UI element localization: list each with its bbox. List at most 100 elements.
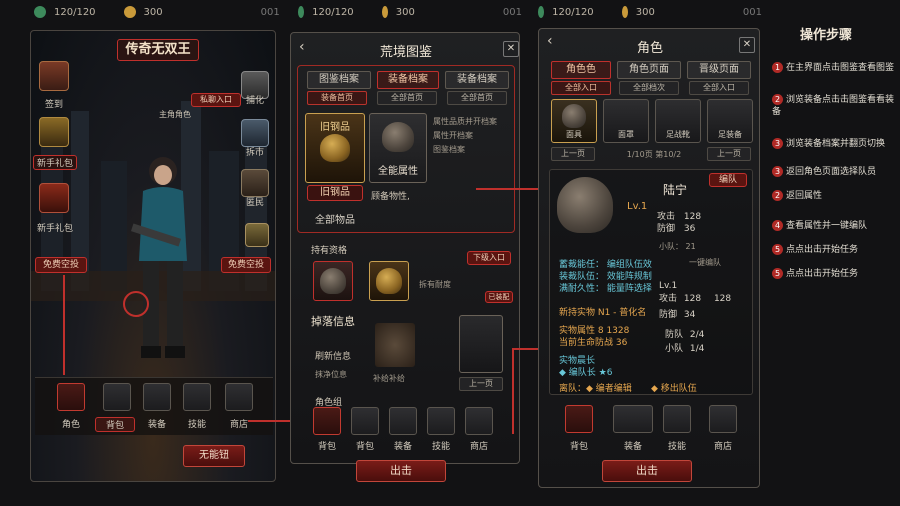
hud-bar-codex: 120/120 300 001 xyxy=(292,0,522,24)
guide-arrow xyxy=(63,275,65,375)
drop-line1: 刷新信息 xyxy=(315,352,352,362)
step-number: 5 xyxy=(772,268,783,279)
slot-skill[interactable] xyxy=(183,383,211,411)
role-slot-label: 背包 xyxy=(569,442,588,452)
desc-line: 属性品质并开档案 xyxy=(433,117,497,126)
role-slot-shop[interactable] xyxy=(709,405,737,433)
sign-in-icon[interactable] xyxy=(39,61,69,91)
card2-name: 全能属性 xyxy=(378,166,418,177)
event-entry-tag[interactable]: 私聊入口 xyxy=(191,93,241,107)
role-slot-gear[interactable] xyxy=(613,405,653,433)
energy-value: 120/120 xyxy=(54,6,96,18)
one-key-team[interactable]: 一键编队 xyxy=(689,257,721,268)
owned-slot-1[interactable] xyxy=(313,261,353,301)
tab-role[interactable]: 角色色 xyxy=(551,61,611,79)
upgrade-label: 捕化 xyxy=(245,96,264,106)
connector-line xyxy=(476,188,542,190)
guide-step: 4 查看属性并一键编队 xyxy=(772,220,898,232)
close-icon[interactable]: ✕ xyxy=(503,41,519,57)
gear-slot-label: 足战靴 xyxy=(666,130,690,139)
step-number: 4 xyxy=(772,220,783,231)
equipped-tag[interactable]: 已装配 xyxy=(485,291,513,303)
supply-crate-icon[interactable] xyxy=(245,223,269,247)
role-out-button[interactable]: 出击 xyxy=(602,460,692,482)
market-icon[interactable] xyxy=(241,119,269,147)
role-slot-label: 技能 xyxy=(667,442,686,452)
role-next-button[interactable]: 上一页 xyxy=(707,147,751,161)
attr-atk-1: 128 xyxy=(683,294,702,304)
game-title: 传奇无双王 xyxy=(117,39,199,61)
close-icon[interactable]: ✕ xyxy=(739,37,755,53)
guide-step: 2 返回属性 xyxy=(772,190,898,202)
role-prev-button[interactable]: 上一页 xyxy=(551,147,595,161)
role-slot-label: 装备 xyxy=(623,442,642,452)
role-slot-label: 商店 xyxy=(713,442,732,452)
def-value: 36 xyxy=(683,224,696,234)
guide-title: 操作步骤 xyxy=(800,28,853,43)
codex-title: 荒境图鉴 xyxy=(379,45,432,60)
subtab-all-entry[interactable]: 全部入口 xyxy=(551,81,611,95)
slot-shop[interactable] xyxy=(225,383,253,411)
codex-out-button[interactable]: 出击 xyxy=(356,460,446,482)
codex-slot-gear[interactable] xyxy=(389,407,417,435)
step-number: 5 xyxy=(772,244,783,255)
drop-line2: 抹净位息 xyxy=(315,370,347,379)
free-airdrop-left-tag[interactable]: 免费空投 xyxy=(35,257,87,273)
attr-lv: Lv.1 xyxy=(659,281,678,291)
shelter-icon[interactable] xyxy=(241,169,269,197)
subtab-all-tier[interactable]: 全部档次 xyxy=(619,81,679,95)
drop-entry-tag[interactable]: 下级入口 xyxy=(467,251,511,265)
highlight-circle xyxy=(123,291,149,317)
owned-note: 拆有耐度 xyxy=(419,280,451,289)
guide-step: 5 点点出击开始任务 xyxy=(772,268,898,280)
step-text: 点点出击开始任务 xyxy=(786,269,859,279)
growth-line: ◆ 编队长 ★6 xyxy=(559,368,613,378)
role-slot-skill[interactable] xyxy=(663,405,691,433)
command-remove[interactable]: ◆ 移出队伍 xyxy=(651,381,697,394)
slot-bag[interactable] xyxy=(103,383,131,411)
coin-value: 300 xyxy=(635,6,655,18)
step-text: 查看属性并一键编队 xyxy=(786,221,868,231)
team-button[interactable]: 编队 xyxy=(709,173,747,187)
all-round-card[interactable]: 全能属性 xyxy=(369,113,427,183)
old-steel-card[interactable]: 旧钢品 xyxy=(305,113,365,183)
gift-pack-label: 新手礼包 xyxy=(33,155,77,170)
coin-icon xyxy=(621,6,628,18)
tab-role-page[interactable]: 角色页面 xyxy=(617,61,681,79)
codex-slot-shop[interactable] xyxy=(465,407,493,435)
attr-atk-row: 攻击 128 128 xyxy=(659,291,731,304)
gift-pack-icon[interactable] xyxy=(39,117,69,147)
gift-pack-icon-2[interactable] xyxy=(39,183,69,213)
team-size-row: 防队 2/4 xyxy=(665,327,704,340)
subtab-all-entry-2[interactable]: 全部入口 xyxy=(689,81,749,95)
codex-slot-label: 技能 xyxy=(431,442,450,452)
owned-slot-2[interactable] xyxy=(369,261,409,301)
confirm-button[interactable]: 无能钮 xyxy=(183,445,245,467)
codex-slot-bag-2[interactable] xyxy=(351,407,379,435)
hero-character xyxy=(130,157,187,358)
role-slot-bag[interactable] xyxy=(565,405,593,433)
slot-role[interactable] xyxy=(57,383,85,411)
cur-pos-line2: 当前生命防战 36 xyxy=(559,338,628,348)
codex-slot-label: 背包 xyxy=(317,442,336,452)
codex-slot-bag[interactable] xyxy=(313,407,341,435)
market-label: 拆市 xyxy=(245,148,264,158)
codex-slot-skill[interactable] xyxy=(427,407,455,435)
slot-gear[interactable] xyxy=(143,383,171,411)
squad-row: 小队： 21 xyxy=(659,241,696,252)
step-number: 1 xyxy=(772,62,783,73)
drop-caption: 补给补给 xyxy=(373,374,405,383)
all-items-label[interactable]: 全部物品 xyxy=(305,211,365,226)
hero-level: Lv.1 xyxy=(627,201,648,212)
prev-page-button[interactable]: 上一页 xyxy=(459,377,503,391)
coin-icon xyxy=(381,6,388,18)
rifle-card[interactable] xyxy=(459,315,503,373)
free-airdrop-tag[interactable]: 免费空投 xyxy=(221,257,271,273)
role-panel: ‹ 角色 ✕ 角色色 角色页面 晋级页面 全部入口 全部档次 全部入口 面具 面… xyxy=(538,28,760,488)
desc-line: 属性开档案 xyxy=(433,131,473,140)
attr-def-row: 防御 34 xyxy=(659,307,695,320)
step-text: 浏览装备点击击图鉴看看装备 xyxy=(772,95,895,117)
command-edit[interactable]: 离队：◆ 编者编辑 xyxy=(559,381,632,394)
tab-promote-page[interactable]: 晋级页面 xyxy=(687,61,751,79)
skill3-value: 能量阵选择 xyxy=(606,284,652,294)
